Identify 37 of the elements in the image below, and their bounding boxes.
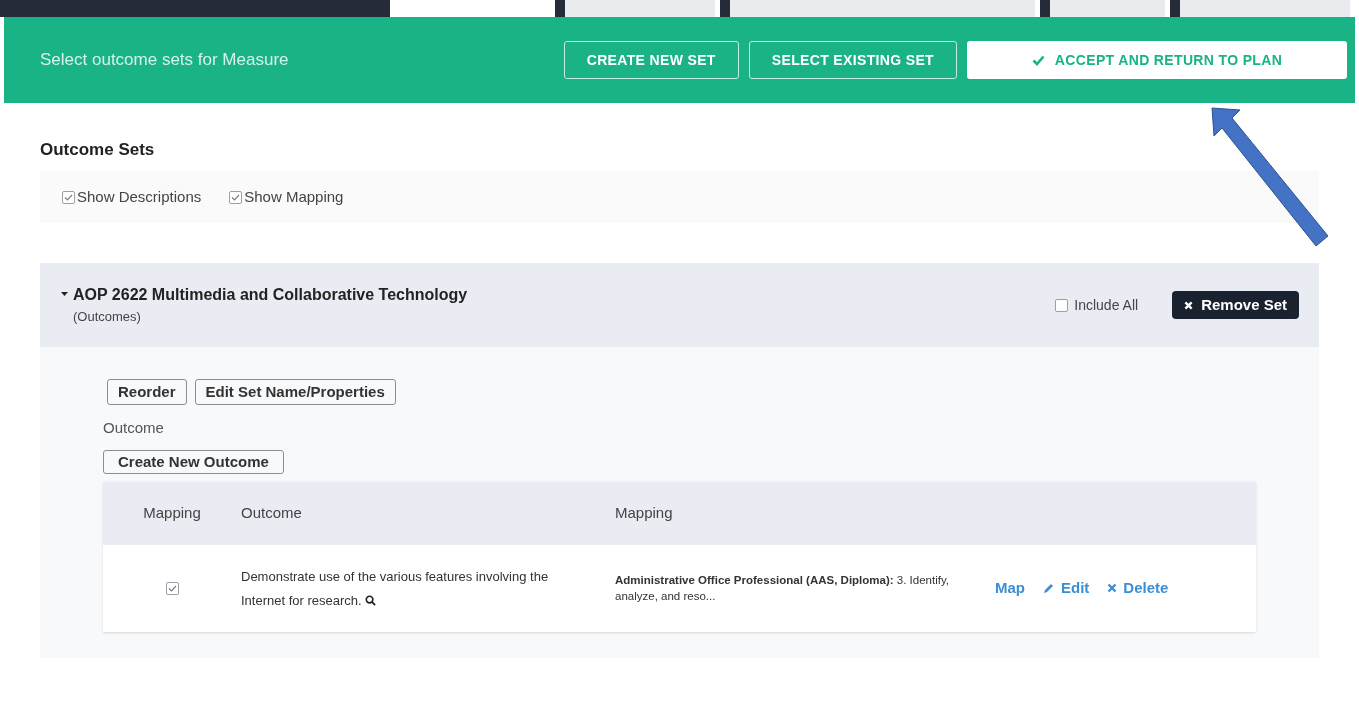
column-header: Mapping (142, 502, 202, 523)
set-subtitle: (Outcomes) (73, 308, 142, 327)
close-icon (1184, 300, 1194, 310)
checkmark-icon (1031, 54, 1045, 66)
include-all-label: Include All (1074, 295, 1139, 315)
toolbar-button[interactable]: SELECT EXISTING SET (748, 41, 957, 79)
caret-icon[interactable] (60, 289, 69, 299)
set-action-button[interactable]: Edit Set Name/Properties (194, 379, 396, 405)
filter-label: Show Mapping (244, 186, 344, 207)
close-icon (1107, 583, 1118, 593)
checkbox[interactable] (229, 190, 243, 204)
checkbox[interactable] (165, 581, 179, 595)
toolbar-button[interactable]: CREATE NEW SET (563, 41, 739, 79)
create-outcome-button[interactable]: Create New Outcome (103, 449, 284, 474)
accept-button[interactable]: ACCEPT AND RETURN TO PLAN (967, 41, 1347, 79)
nav-tab[interactable] (555, 0, 715, 17)
nav-tab[interactable] (1040, 0, 1165, 17)
set-title: AOP 2622 Multimedia and Collaborative Technology (73, 285, 468, 306)
delete-link[interactable]: Delete (1107, 576, 1169, 600)
set-action-button[interactable]: Reorder (107, 379, 187, 405)
outcome-label: Outcome (103, 418, 165, 438)
checkbox[interactable] (1055, 298, 1069, 312)
toolbar-title: Select outcome sets for Measure (40, 49, 290, 72)
nav-tab[interactable] (720, 0, 1035, 17)
search-icon[interactable] (365, 595, 377, 606)
remove-set-button[interactable]: Remove Set (1172, 291, 1299, 319)
filter-label: Show Descriptions (77, 186, 202, 207)
column-header: Mapping (615, 502, 673, 523)
column-header: Outcome (241, 502, 303, 523)
checkbox[interactable] (62, 190, 75, 204)
map-link[interactable]: Map (995, 576, 1025, 600)
table-cell-text: Administrative Office Professional (AAS, Diploma): 3. Identify, analyze, and reso... (615, 573, 950, 604)
pencil-icon (1043, 582, 1055, 594)
table-cell: Demonstrate use of the various features involving the Internet for research. (241, 569, 549, 608)
edit-link[interactable]: Edit (1043, 576, 1090, 600)
section-heading: Outcome Sets (40, 139, 156, 161)
nav-tab[interactable] (1170, 0, 1350, 17)
